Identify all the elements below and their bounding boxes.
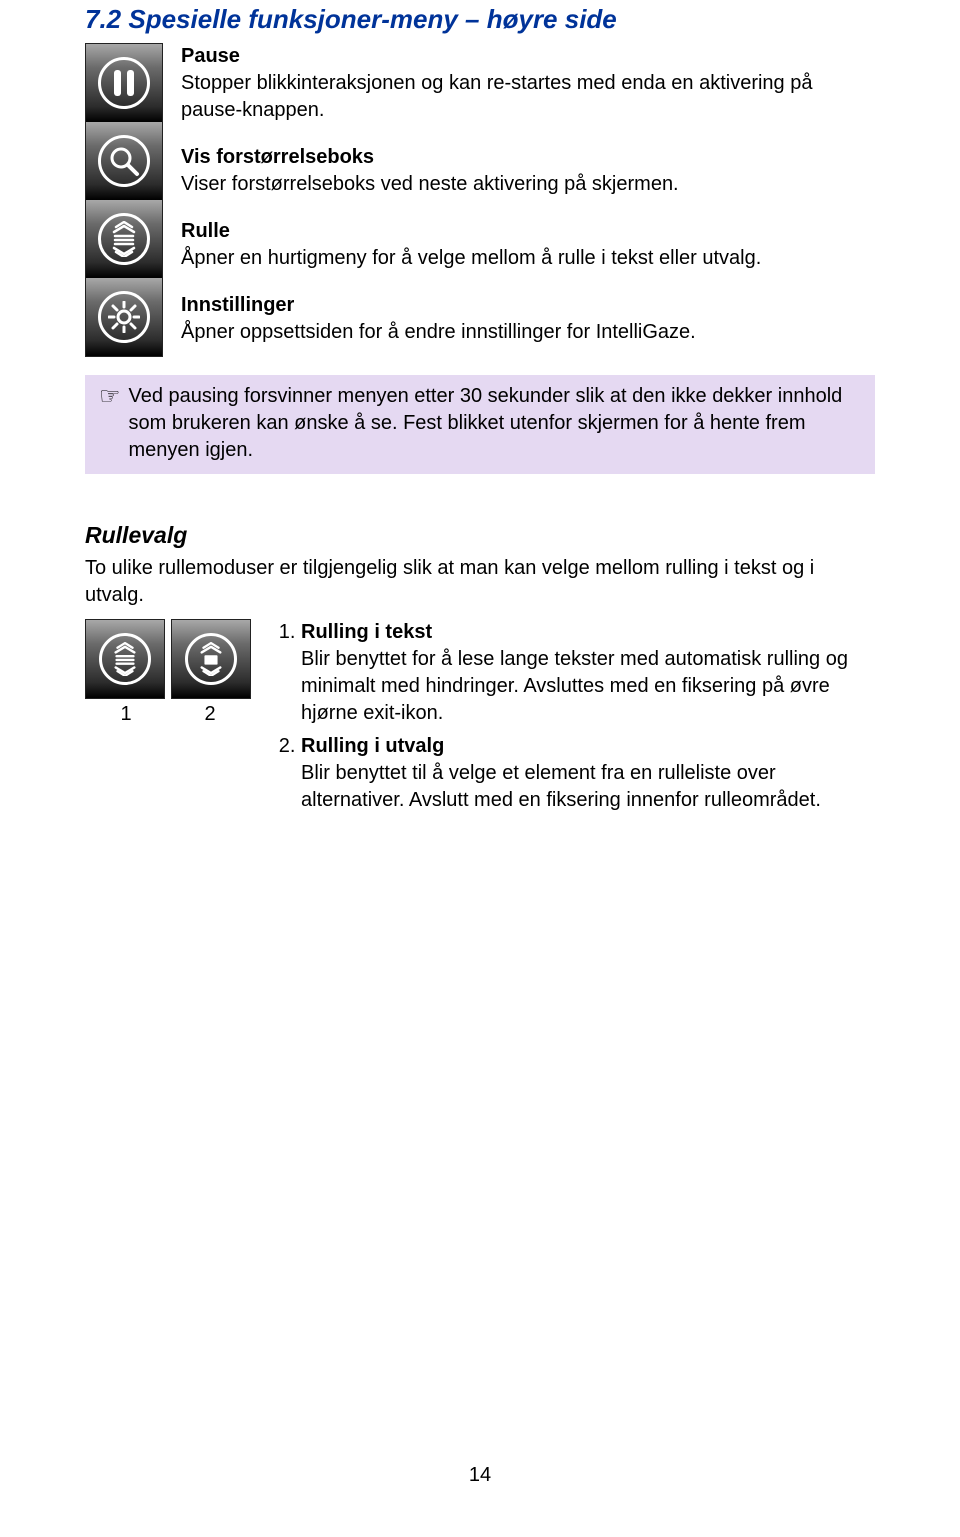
rulle-icon-2 xyxy=(171,619,251,699)
menu-cell-pause xyxy=(86,44,162,122)
rullevalg-intro: To ulike rullemoduser er tilgjengelig sl… xyxy=(85,555,875,609)
magnifier-icon xyxy=(98,135,150,187)
callout-text: Ved pausing forsvinner menyen etter 30 s… xyxy=(129,383,861,464)
pause-icon xyxy=(98,57,150,109)
menu-title-magnifier: Vis forstørrelseboks xyxy=(181,146,374,168)
menu-title-settings: Innstillinger xyxy=(181,294,294,316)
menu-desc-scroll: Rulle Åpner en hurtigmeny for å velge me… xyxy=(181,218,875,272)
scroll-text-icon xyxy=(98,213,150,265)
functions-block: Pause Stopper blikkinteraksjonen og kan … xyxy=(85,43,875,357)
menu-title-scroll: Rulle xyxy=(181,220,230,242)
rulle-icon-labels: 1 2 xyxy=(85,703,251,726)
rulle-label-2: 2 xyxy=(171,703,249,726)
rullevalg-content: 1 2 Rulling i tekst Blir benyttet for å … xyxy=(85,619,875,820)
menu-desc-settings: Innstillinger Åpner oppsettsiden for å e… xyxy=(181,292,875,346)
document-page: 7.2 Spesielle funksjoner-meny – høyre si… xyxy=(0,0,960,1537)
rulle-item-1: Rulling i tekst Blir benyttet for å lese… xyxy=(301,619,875,727)
gear-icon xyxy=(98,291,150,343)
functions-descriptions: Pause Stopper blikkinteraksjonen og kan … xyxy=(181,43,875,346)
scroll-text-icon xyxy=(99,633,151,685)
menu-cell-settings xyxy=(86,278,162,356)
callout-box: ☞ Ved pausing forsvinner menyen etter 30… xyxy=(85,375,875,474)
side-menu-graphic xyxy=(85,43,163,357)
rulle-label-1: 1 xyxy=(87,703,165,726)
pointing-hand-icon: ☞ xyxy=(99,383,121,409)
rullevalg-list: Rulling i tekst Blir benyttet for å lese… xyxy=(273,619,875,820)
menu-cell-scroll xyxy=(86,200,162,278)
menu-desc-magnifier: Vis forstørrelseboks Viser forstørrelseb… xyxy=(181,144,875,198)
page-number: 14 xyxy=(0,1464,960,1487)
rulle-icon-1 xyxy=(85,619,165,699)
menu-desc-pause: Pause Stopper blikkinteraksjonen og kan … xyxy=(181,43,875,124)
menu-title-pause: Pause xyxy=(181,45,240,67)
menu-cell-magnifier xyxy=(86,122,162,200)
rullevalg-heading: Rullevalg xyxy=(85,522,875,549)
rulle-item-2: Rulling i utvalg Blir benyttet til å vel… xyxy=(301,733,875,814)
scroll-select-icon xyxy=(185,633,237,685)
rullevalg-icons: 1 2 xyxy=(85,619,251,726)
section-heading: 7.2 Spesielle funksjoner-meny – høyre si… xyxy=(85,0,875,35)
